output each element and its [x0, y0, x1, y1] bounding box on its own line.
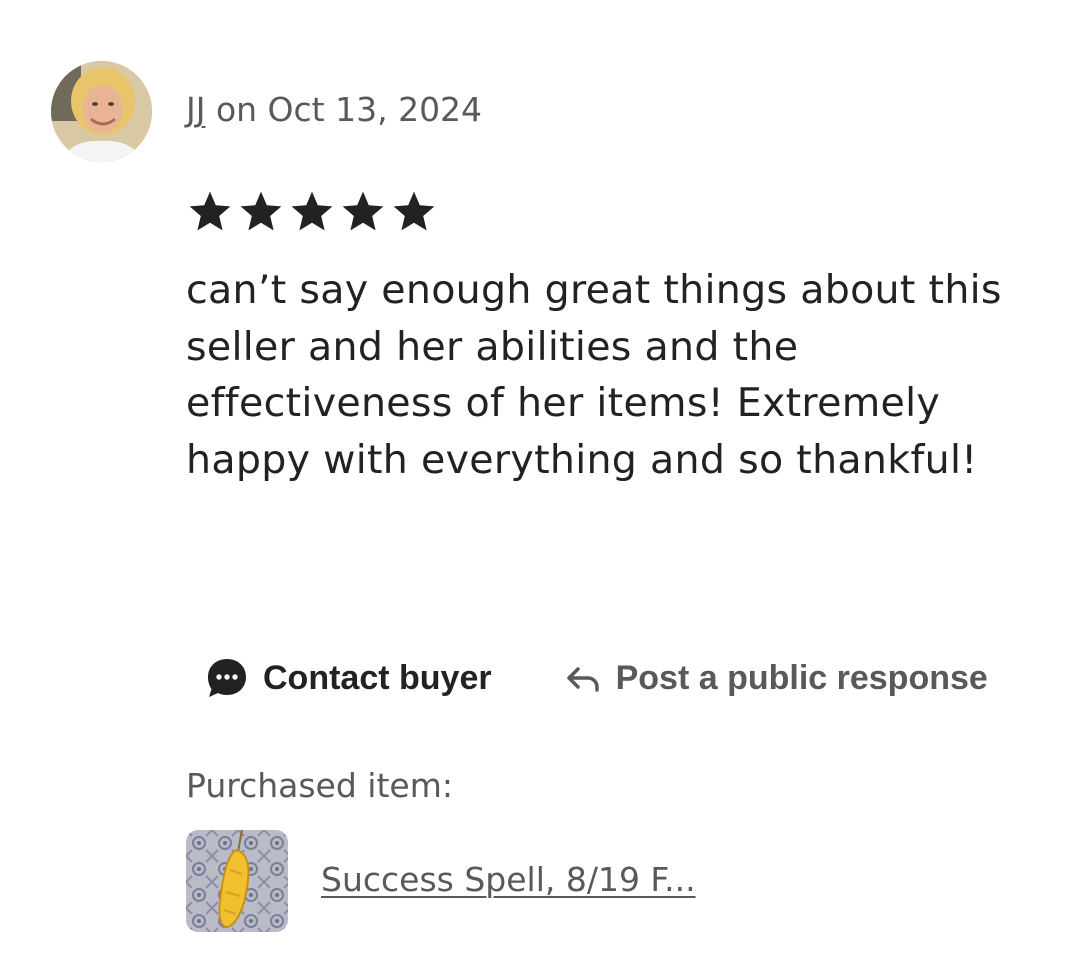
star-rating: [186, 188, 438, 236]
reply-arrow-icon: [564, 659, 602, 697]
star-icon: [189, 191, 231, 231]
chat-bubble-icon: [205, 656, 249, 700]
review-date: on Oct 13, 2024: [205, 90, 483, 129]
star-icon: [291, 191, 333, 231]
star-icon: [240, 191, 282, 231]
contact-buyer-button[interactable]: Contact buyer: [205, 656, 492, 700]
purchased-item-label: Purchased item:: [186, 766, 453, 805]
review-text: can’t say enough great things about this…: [186, 267, 1002, 483]
post-public-response-button[interactable]: Post a public response: [564, 659, 988, 698]
star-icon: [342, 191, 384, 231]
purchased-item-thumbnail[interactable]: [186, 830, 288, 932]
reviewer-name-link[interactable]: JJ: [186, 90, 205, 129]
star-icon: [393, 191, 435, 231]
review-card: JJ on Oct 13, 2024 can’t say enough grea…: [0, 0, 1080, 971]
purchased-item-link[interactable]: Success Spell, 8/19 F...: [321, 858, 696, 902]
review-meta: JJ on Oct 13, 2024: [186, 88, 482, 132]
review-actions: Contact buyer Post a public response: [205, 652, 988, 704]
post-public-response-label: Post a public response: [615, 658, 988, 697]
reviewer-avatar[interactable]: [51, 61, 152, 162]
contact-buyer-label: Contact buyer: [263, 658, 492, 697]
